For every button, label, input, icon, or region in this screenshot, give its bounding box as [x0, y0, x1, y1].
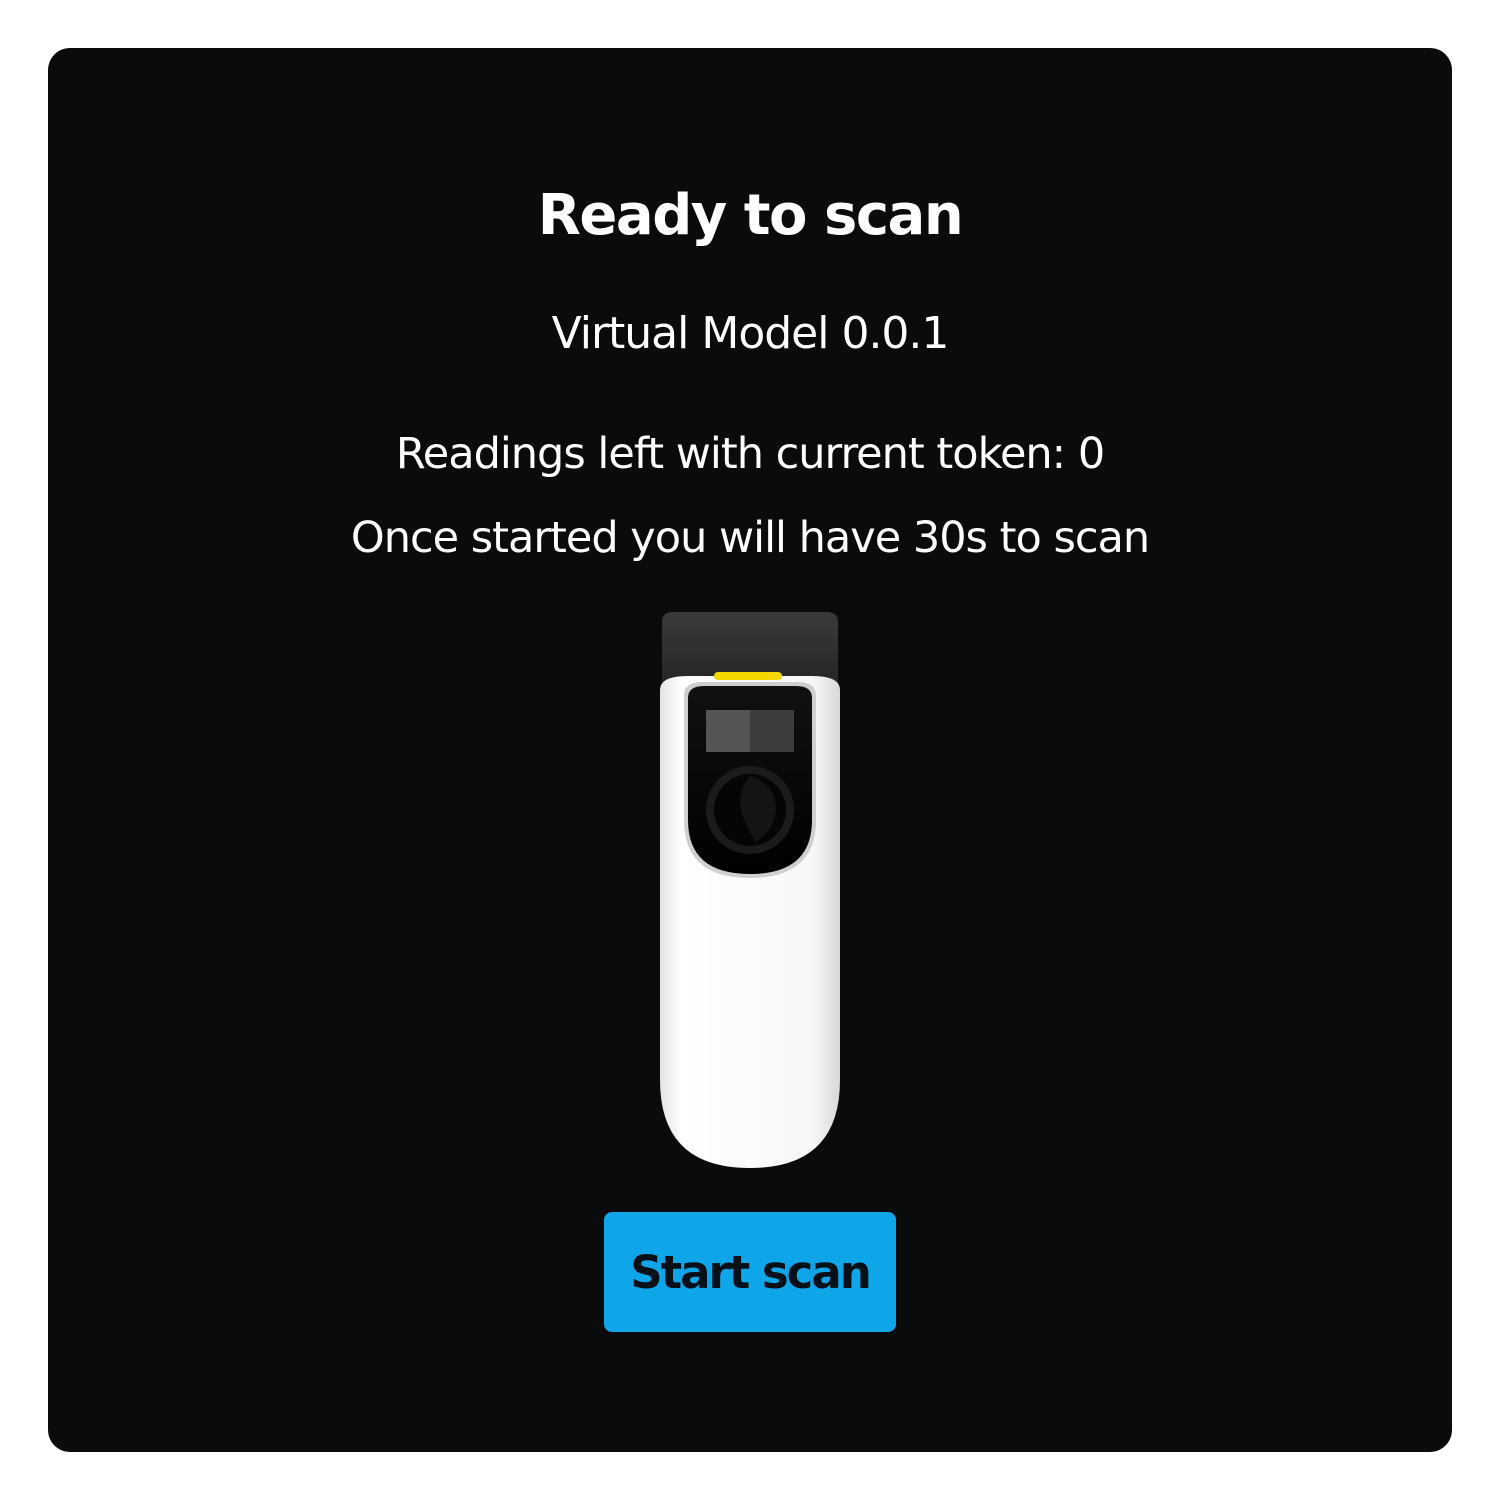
handheld-scanner-icon [660, 612, 840, 1168]
time-notice: Once started you will have 30s to scan [350, 513, 1150, 563]
scan-card: Ready to scan Virtual Model 0.0.1 Readin… [48, 48, 1452, 1452]
readings-left: Readings left with current token: 0 [395, 429, 1105, 479]
page-title: Ready to scan [537, 183, 964, 248]
start-scan-button[interactable]: Start scan [604, 1212, 896, 1332]
device-model: Virtual Model 0.0.1 [551, 308, 950, 359]
